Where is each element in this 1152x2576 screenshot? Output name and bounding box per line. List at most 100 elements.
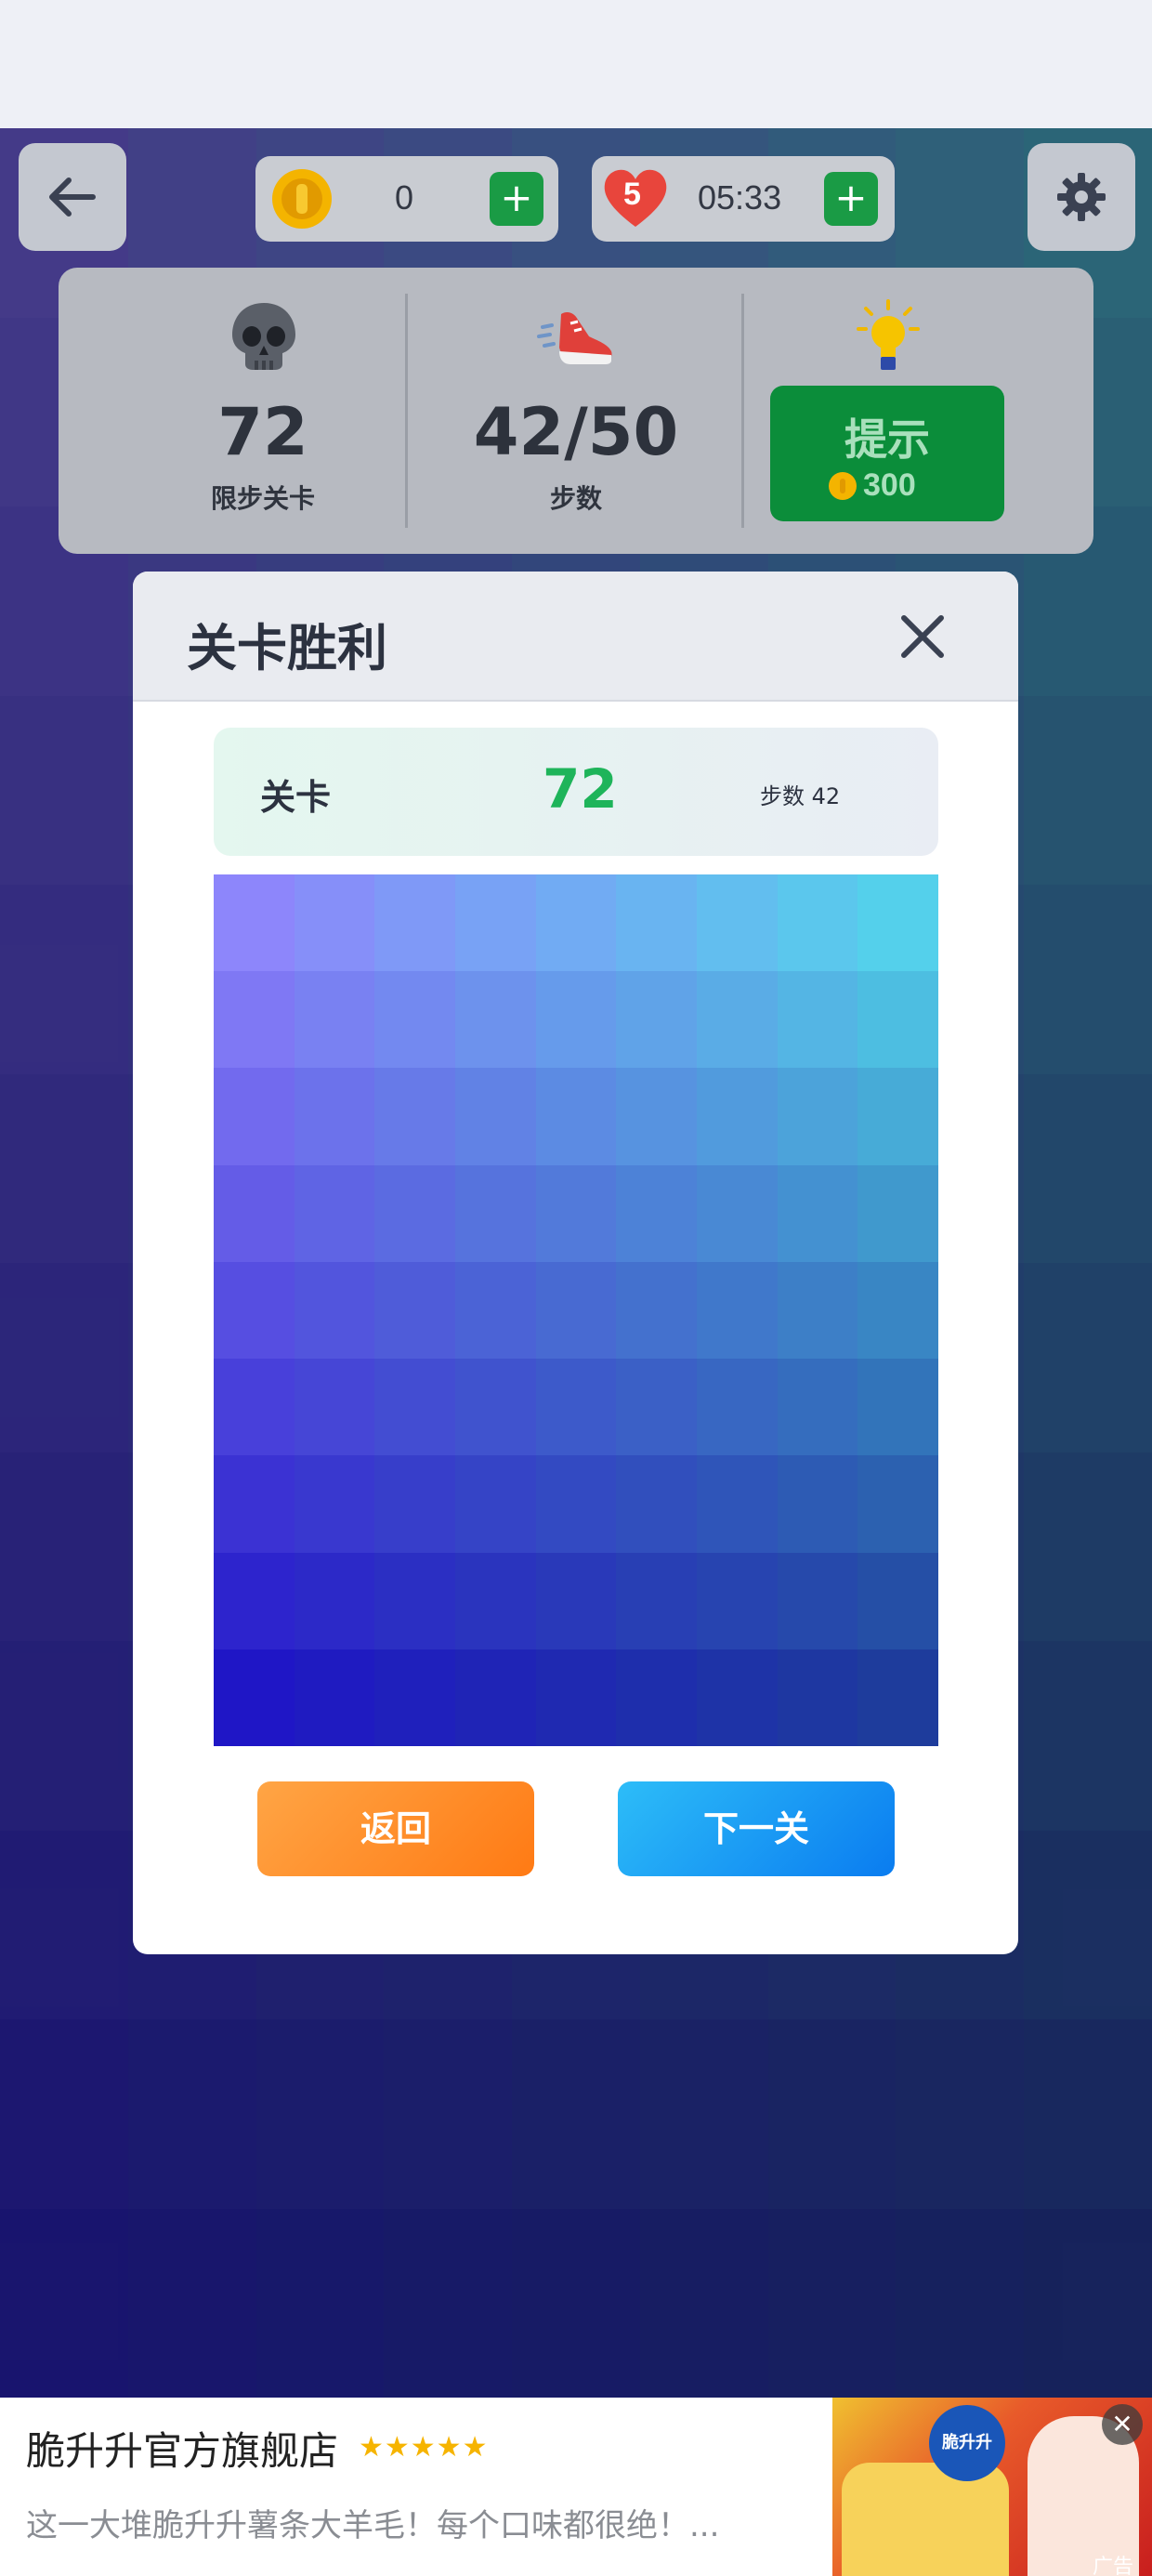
steps-used: 步数 42 [760,783,841,809]
preview-tile [374,1261,455,1360]
steps-counter: 42/50 [473,394,679,470]
preview-tile [454,1552,536,1649]
preview-tile [696,1359,778,1456]
preview-tile [294,1164,375,1262]
preview-tile [777,1068,858,1165]
preview-tile [454,1649,536,1746]
preview-tile [857,1359,938,1456]
back-button-dialog[interactable]: 返回 [257,1781,534,1876]
settings-button[interactable] [1028,143,1135,251]
preview-tile [214,1068,295,1165]
close-icon[interactable] [897,611,949,663]
preview-tile [214,1552,295,1649]
preview-tile [214,1649,295,1746]
preview-tile [294,1261,375,1360]
ad-banner[interactable]: 脆升升官方旗舰店 ★★★★★ 这一大堆脆升升薯条大羊毛！每个口味都很绝！... … [0,2398,1152,2576]
add-coins-button[interactable]: + [490,172,543,226]
preview-tile [454,1261,536,1360]
ad-rating: ★★★★★ [359,2431,489,2464]
divider [741,294,744,528]
preview-tile [454,1455,536,1553]
dialog-title: 关卡胜利 [187,619,387,677]
preview-tile [616,1649,697,1746]
preview-tile [535,1359,617,1456]
preview-tile [535,1552,617,1649]
preview-tile [777,1552,858,1649]
coin-count: 0 [395,178,414,217]
skull-icon [232,303,295,370]
preview-tile [857,874,938,972]
preview-tile [535,971,617,1069]
preview-tile [777,1359,858,1456]
preview-tile [777,1649,858,1746]
preview-tile [616,1359,697,1456]
preview-tile [454,1359,536,1456]
preview-tile [214,971,295,1069]
preview-tile [777,1164,858,1262]
preview-tile [454,1164,536,1262]
preview-tile [214,1455,295,1553]
lightbulb-icon [857,299,920,370]
level-complete-dialog: 关卡胜利 关卡 72 步数 42 返回 下一关 [133,572,1018,1954]
preview-tile [374,874,455,972]
preview-tile [616,1261,697,1360]
preview-tile [616,874,697,972]
preview-tile [214,1359,295,1456]
preview-tile [535,1164,617,1262]
preview-tile [294,1455,375,1553]
preview-tile [696,1649,778,1746]
preview-tile [454,874,536,972]
coin-counter: 0 + [255,156,558,242]
preview-tile [616,971,697,1069]
preview-tile [696,874,778,972]
preview-tile [696,1068,778,1165]
preview-tile [777,971,858,1069]
level-value: 72 [543,757,618,821]
preview-tile [696,1164,778,1262]
next-level-button[interactable]: 下一关 [618,1781,895,1876]
ad-title: 脆升升官方旗舰店 [26,2428,339,2474]
preview-tile [616,1552,697,1649]
preview-tile [857,1164,938,1262]
preview-tile [454,971,536,1069]
fries-picture [842,2463,1009,2576]
preview-tile [294,1552,375,1649]
solved-puzzle-preview [214,874,938,1746]
preview-tile [857,1552,938,1649]
preview-tile [857,1261,938,1360]
hint-button[interactable]: 提示 300 [770,386,1004,521]
preview-tile [535,1649,617,1746]
preview-tile [294,1649,375,1746]
preview-tile [294,971,375,1069]
preview-tile [777,874,858,972]
lives-count: 5 [623,177,641,212]
preview-tile [696,1455,778,1553]
preview-tile [857,1649,938,1746]
preview-tile [374,971,455,1069]
preview-tile [535,1455,617,1553]
preview-tile [374,1164,455,1262]
preview-tile [696,1261,778,1360]
sneaker-icon [537,312,612,364]
level-number: 72 [217,394,308,470]
preview-tile [374,1068,455,1165]
preview-tile [857,971,938,1069]
preview-tile [616,1164,697,1262]
status-bar-area [0,0,1152,128]
preview-tile [214,874,295,972]
ad-tag: 广告 [1093,2556,1134,2576]
add-lives-button[interactable]: + [824,172,878,226]
brand-badge: 脆升升 [929,2405,1005,2481]
dialog-header: 关卡胜利 [133,572,1018,702]
preview-tile [294,1068,375,1165]
preview-tile [214,1164,295,1262]
preview-tile [616,1455,697,1553]
coin-icon [829,472,857,500]
steps-label: 步数 [549,483,602,514]
result-summary: 关卡 72 步数 42 [214,728,938,856]
back-button[interactable] [19,143,126,251]
ad-close-button[interactable]: ✕ [1102,2404,1143,2445]
preview-tile [535,874,617,972]
preview-tile [777,1455,858,1553]
gear-icon [1057,173,1106,221]
